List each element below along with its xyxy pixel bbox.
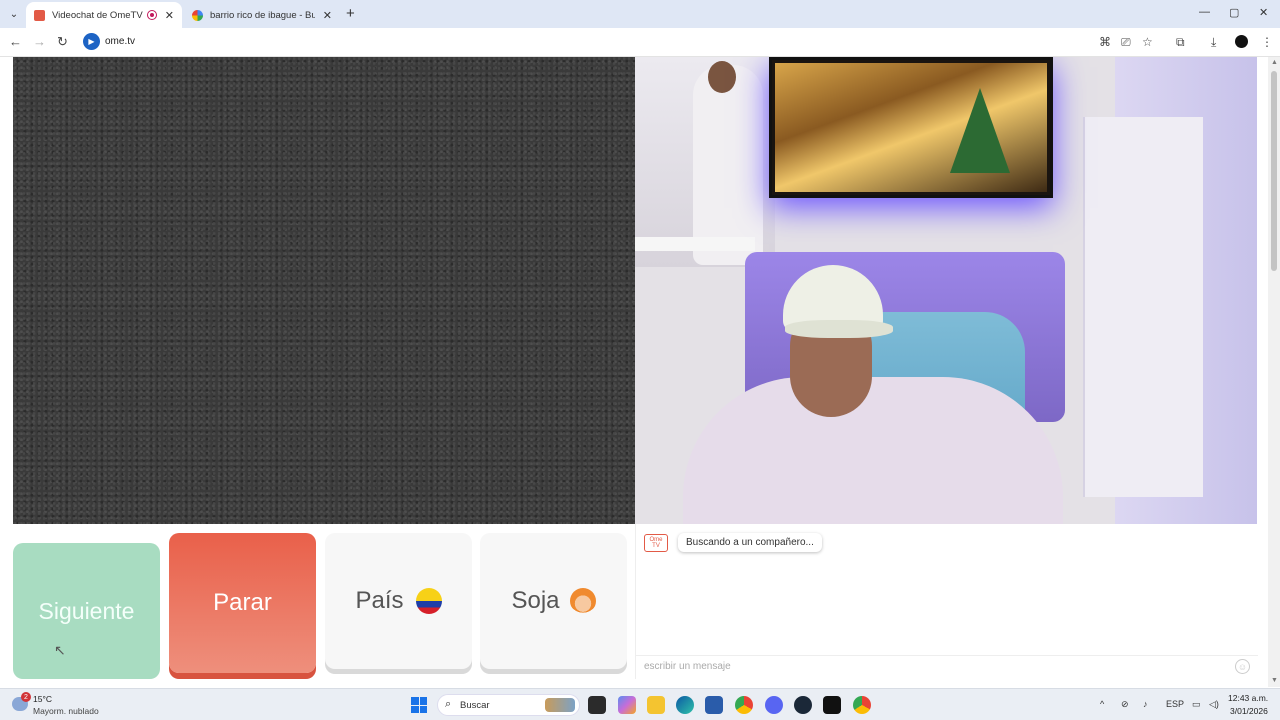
new-tab-button[interactable]: + [346,5,355,22]
colombia-flag-icon [415,588,442,614]
windows-taskbar: 2 15°C Mayorm. nublado ⌕ Buscar ^ ⊘ ♪ ES… [0,688,1280,720]
self-camera-video [635,57,1257,524]
language-indicator[interactable]: ESP [1166,699,1184,709]
chat-panel: Ome TV Buscando a un compañero... ☺ [635,524,1258,679]
page-scrollbar[interactable]: ▲ ▼ [1268,57,1280,687]
poster-figure-head [708,61,736,93]
forward-icon[interactable]: → [33,34,46,49]
search-label: Buscar [460,700,490,711]
browser-toolbar: ← → ↻ ▶ ome.tv ⌘ ⎚ ☆ ⧉ ⤓ ⋮ [0,28,1280,57]
close-window-button[interactable]: ✕ [1259,6,1268,19]
google-favicon-icon [192,9,203,21]
weather-badge: 2 [21,692,31,702]
stop-label: Parar [213,589,272,616]
steam-icon[interactable] [794,696,812,714]
poster-figure [693,65,763,265]
site-info-icon[interactable]: ▶ [83,33,100,50]
browser-tab-strip: ⌄ Videochat de OmeTV: una ✕ barrio rico … [0,0,1280,28]
tab-title: barrio rico de ibague - Buscar c [210,9,315,21]
profile-avatar[interactable] [1235,35,1248,48]
chat-status-message: Buscando a un compañero... [678,533,822,552]
tv-screen [775,63,1047,192]
tab-ometv[interactable]: Videochat de OmeTV: una ✕ [26,2,182,28]
download-icon[interactable]: ⤓ [1211,35,1216,50]
close-tab-icon[interactable]: ✕ [165,9,174,22]
weather-description[interactable]: Mayorm. nublado [33,706,99,716]
windows-start-icon[interactable] [411,697,427,713]
more-menu-icon[interactable]: ⋮ [1261,35,1273,49]
store-icon[interactable] [705,696,723,714]
mouse-cursor-icon: ↖ [54,642,66,658]
wall-tv [769,57,1053,198]
message-input[interactable] [636,656,1216,677]
extensions-icon[interactable]: ⧉ [1176,35,1185,50]
minimize-button[interactable]: — [1199,6,1210,18]
file-explorer-icon[interactable] [647,696,665,714]
translate-icon[interactable]: ⌘ [1099,35,1111,49]
tiktok-icon[interactable] [823,696,841,714]
stranger-video-static [13,57,635,524]
tab-search-icon[interactable]: ⌄ [4,4,24,24]
next-label: Siguiente [38,597,135,624]
chrome-profile-icon[interactable] [853,696,871,714]
copilot-icon[interactable] [618,696,636,714]
close-tab-icon[interactable]: ✕ [323,9,332,22]
tab-title: Videochat de OmeTV: una [52,9,143,21]
address-bar[interactable]: ome.tv [105,36,135,47]
chat-input-bar: ☺ [636,655,1258,677]
maximize-button[interactable]: ▢ [1229,6,1239,19]
network-off-icon[interactable]: ⊘ [1121,699,1129,710]
scroll-up-icon[interactable]: ▲ [1271,59,1278,66]
cap-brim [785,320,893,338]
gender-label: Soja [511,587,560,614]
emoji-picker-icon[interactable]: ☺ [1235,659,1250,674]
ometv-logo: Ome TV [644,534,668,552]
weather-temperature[interactable]: 15°C [33,694,52,704]
tab-google-search[interactable]: barrio rico de ibague - Buscar c ✕ [184,2,340,28]
tray-overflow-icon[interactable]: ^ [1100,699,1104,709]
scroll-down-icon[interactable]: ▼ [1271,677,1278,684]
christmas-tree [950,88,1010,173]
clock-time[interactable]: 12:43 a.m. [1228,693,1268,703]
taskbar-search[interactable]: ⌕ Buscar [437,694,580,716]
scrollbar-thumb[interactable] [1271,71,1277,271]
reload-icon[interactable]: ↻ [57,34,68,50]
door [1083,117,1203,497]
search-icon: ⌕ [445,698,452,710]
microphone-icon[interactable]: ♪ [1143,699,1148,709]
country-label: País [355,587,404,614]
recording-icon [146,10,157,20]
next-button[interactable]: Siguiente [13,543,160,679]
edge-icon[interactable] [676,696,694,714]
discord-icon[interactable] [765,696,783,714]
display-icon[interactable]: ▭ [1192,699,1201,710]
country-button[interactable]: País [325,533,472,669]
cast-icon[interactable]: ⎚ [1121,35,1131,50]
ometv-favicon-icon [34,9,45,21]
task-view-icon[interactable] [588,696,606,714]
desk [635,237,755,251]
volume-icon[interactable]: ◁) [1209,699,1219,710]
bookmark-star-icon[interactable]: ☆ [1142,35,1153,49]
chrome-icon[interactable] [735,696,753,714]
stop-button[interactable]: Parar [169,533,316,673]
search-highlight-art [545,698,575,712]
back-icon[interactable]: ← [9,34,22,49]
woman-emoji-icon [569,588,596,614]
person-body [683,377,1063,524]
gender-button[interactable]: Soja [480,533,627,669]
clock-date[interactable]: 3/01/2026 [1230,706,1268,716]
